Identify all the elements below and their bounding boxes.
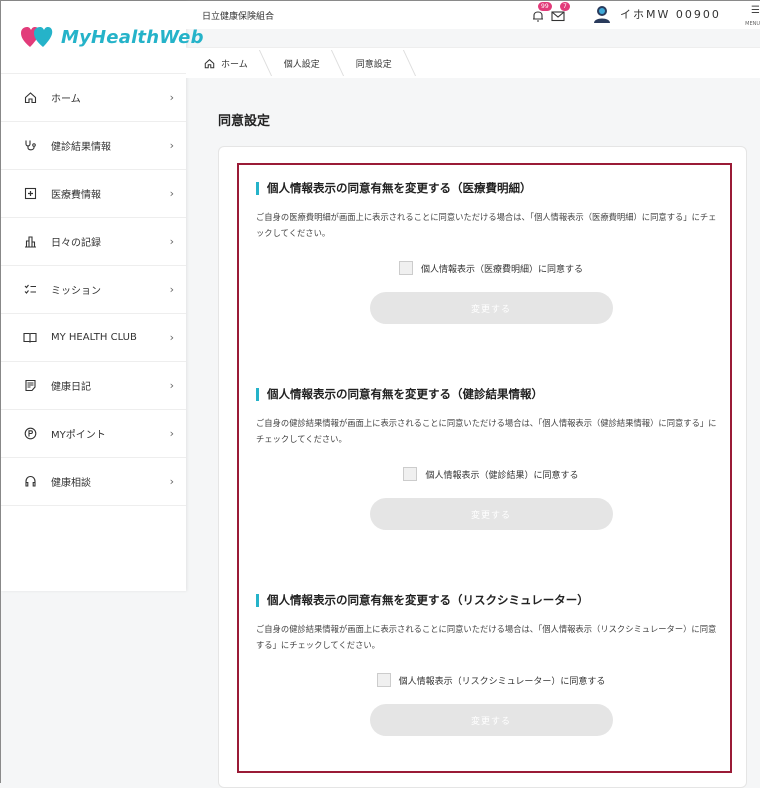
top-header: 日立健康保険組合 99 7 イホMW 00900 ☰ MENU bbox=[186, 1, 760, 29]
chevron-right-icon: › bbox=[169, 91, 174, 104]
medical-plus-icon bbox=[23, 187, 37, 201]
chevron-right-icon: › bbox=[169, 475, 174, 488]
diary-icon bbox=[23, 379, 37, 393]
page-title: 同意設定 bbox=[218, 114, 271, 129]
stethoscope-icon bbox=[23, 139, 37, 153]
consent-checkbox-row[interactable]: 個人情報表示（健診結果）に同意する bbox=[256, 467, 726, 481]
organization-name: 日立健康保険組合 bbox=[202, 12, 275, 22]
chevron-right-icon: › bbox=[169, 427, 174, 440]
point-icon bbox=[23, 427, 37, 441]
change-button[interactable]: 変更する bbox=[369, 704, 613, 736]
section-description: ご自身の医療費明細が画面上に表示されることに同意いただける場合は、「個人情報表示… bbox=[256, 212, 717, 238]
sidebar-item-label: MY HEALTH CLUB bbox=[51, 332, 137, 343]
sidebar-item-points[interactable]: MYポイント › bbox=[1, 410, 186, 458]
book-icon bbox=[23, 331, 37, 345]
change-button[interactable]: 変更する bbox=[369, 498, 613, 530]
sidebar-item-label: 健診結果情報 bbox=[51, 142, 111, 153]
sidebar-item-records[interactable]: 日々の記録 › bbox=[1, 218, 186, 266]
sidebar-item-label: 医療費情報 bbox=[51, 190, 101, 201]
consent-checkbox[interactable] bbox=[398, 261, 413, 275]
section-title: 個人情報表示の同意有無を変更する（健診結果情報） bbox=[256, 386, 726, 402]
avatar-icon bbox=[594, 6, 610, 23]
notification-count-badge: 99 bbox=[538, 2, 552, 11]
sidebar-item-medical[interactable]: 医療費情報 › bbox=[1, 170, 186, 218]
chevron-right-icon: › bbox=[169, 235, 174, 248]
chevron-right-icon: › bbox=[169, 187, 174, 200]
mail-icon bbox=[551, 11, 565, 22]
breadcrumb: ホーム 個人設定 同意設定 bbox=[186, 47, 760, 78]
sidebar-item-label: 日々の記録 bbox=[51, 238, 101, 249]
sidebar-item-label: ホーム bbox=[51, 94, 81, 105]
breadcrumb-personal-settings[interactable]: 個人設定 bbox=[266, 57, 338, 70]
menu-label: MENU bbox=[745, 21, 760, 27]
chevron-right-icon: › bbox=[169, 283, 174, 296]
consent-section-medical-expense: 個人情報表示の同意有無を変更する（医療費明細） ご自身の医療費明細が画面上に表示… bbox=[256, 180, 726, 324]
menu-icon[interactable]: ☰ bbox=[751, 5, 760, 16]
mail-count-badge: 7 bbox=[560, 2, 570, 11]
consent-checkbox-row[interactable]: 個人情報表示（リスクシミュレーター）に同意する bbox=[256, 673, 726, 687]
sidebar-nav: ホーム › 健診結果情報 › 医療費情報 › 日々の記録 › ミッション › M… bbox=[1, 74, 186, 506]
chevron-right-icon: › bbox=[169, 379, 174, 392]
header-icons: 99 7 bbox=[531, 2, 571, 23]
section-description: ご自身の健診結果情報が画面上に表示されることに同意いただける場合は、「個人情報表… bbox=[256, 624, 717, 650]
sidebar-item-consult[interactable]: 健康相談 › bbox=[1, 458, 186, 506]
section-description: ご自身の健診結果情報が画面上に表示されることに同意いただける場合は、「個人情報表… bbox=[256, 418, 717, 444]
user-menu[interactable]: イホMW 00900 bbox=[594, 5, 721, 23]
consent-checkbox-label: 個人情報表示（医療費明細）に同意する bbox=[420, 264, 583, 275]
sidebar-item-label: 健康相談 bbox=[51, 478, 91, 489]
sidebar-item-diary[interactable]: 健康日記 › bbox=[1, 362, 186, 410]
change-button[interactable]: 変更する bbox=[369, 292, 613, 324]
chevron-right-icon: › bbox=[169, 331, 174, 344]
sidebar-item-home[interactable]: ホーム › bbox=[1, 74, 186, 122]
consent-checkbox[interactable] bbox=[403, 467, 418, 481]
sidebar-item-label: 健康日記 bbox=[51, 382, 91, 393]
logo-hearts-icon bbox=[21, 25, 57, 49]
mail-button[interactable]: 7 bbox=[551, 2, 571, 23]
breadcrumb-label: ホーム bbox=[221, 59, 248, 70]
bar-chart-icon bbox=[23, 235, 37, 249]
logo[interactable]: MyHealthWeb bbox=[1, 1, 203, 74]
sidebar-item-label: ミッション bbox=[51, 286, 101, 297]
headset-icon bbox=[23, 475, 37, 489]
breadcrumb-home[interactable]: ホーム bbox=[186, 57, 266, 70]
home-icon bbox=[204, 58, 215, 68]
user-name: イホMW 00900 bbox=[620, 8, 721, 21]
consent-section-checkup: 個人情報表示の同意有無を変更する（健診結果情報） ご自身の健診結果情報が画面上に… bbox=[256, 386, 726, 530]
consent-checkbox-row[interactable]: 個人情報表示（医療費明細）に同意する bbox=[256, 261, 726, 275]
breadcrumb-consent-settings: 同意設定 bbox=[338, 57, 410, 70]
notification-bell-button[interactable]: 99 bbox=[531, 2, 552, 23]
consent-checkbox[interactable] bbox=[376, 673, 391, 687]
section-title: 個人情報表示の同意有無を変更する（医療費明細） bbox=[256, 180, 726, 196]
breadcrumb-label: 個人設定 bbox=[283, 59, 320, 70]
sidebar-item-mission[interactable]: ミッション › bbox=[1, 266, 186, 314]
sidebar-item-health-club[interactable]: MY HEALTH CLUB › bbox=[1, 314, 186, 362]
bell-icon bbox=[533, 11, 543, 22]
sidebar: MyHealthWeb ホーム › 健診結果情報 › 医療費情報 › 日々の記録… bbox=[1, 1, 203, 591]
section-title: 個人情報表示の同意有無を変更する（リスクシミュレーター） bbox=[256, 592, 726, 608]
sidebar-item-checkup[interactable]: 健診結果情報 › bbox=[1, 122, 186, 170]
breadcrumb-label: 同意設定 bbox=[355, 59, 392, 70]
sidebar-item-label: MYポイント bbox=[51, 430, 106, 441]
checklist-icon bbox=[23, 283, 37, 297]
chevron-right-icon: › bbox=[169, 139, 174, 152]
logo-text: MyHealthWeb bbox=[61, 26, 204, 48]
consent-checkbox-label: 個人情報表示（健診結果）に同意する bbox=[425, 470, 579, 481]
consent-checkbox-label: 個人情報表示（リスクシミュレーター）に同意する bbox=[398, 676, 606, 687]
consent-section-risk-simulator: 個人情報表示の同意有無を変更する（リスクシミュレーター） ご自身の健診結果情報が… bbox=[256, 592, 726, 736]
home-icon bbox=[23, 91, 37, 105]
